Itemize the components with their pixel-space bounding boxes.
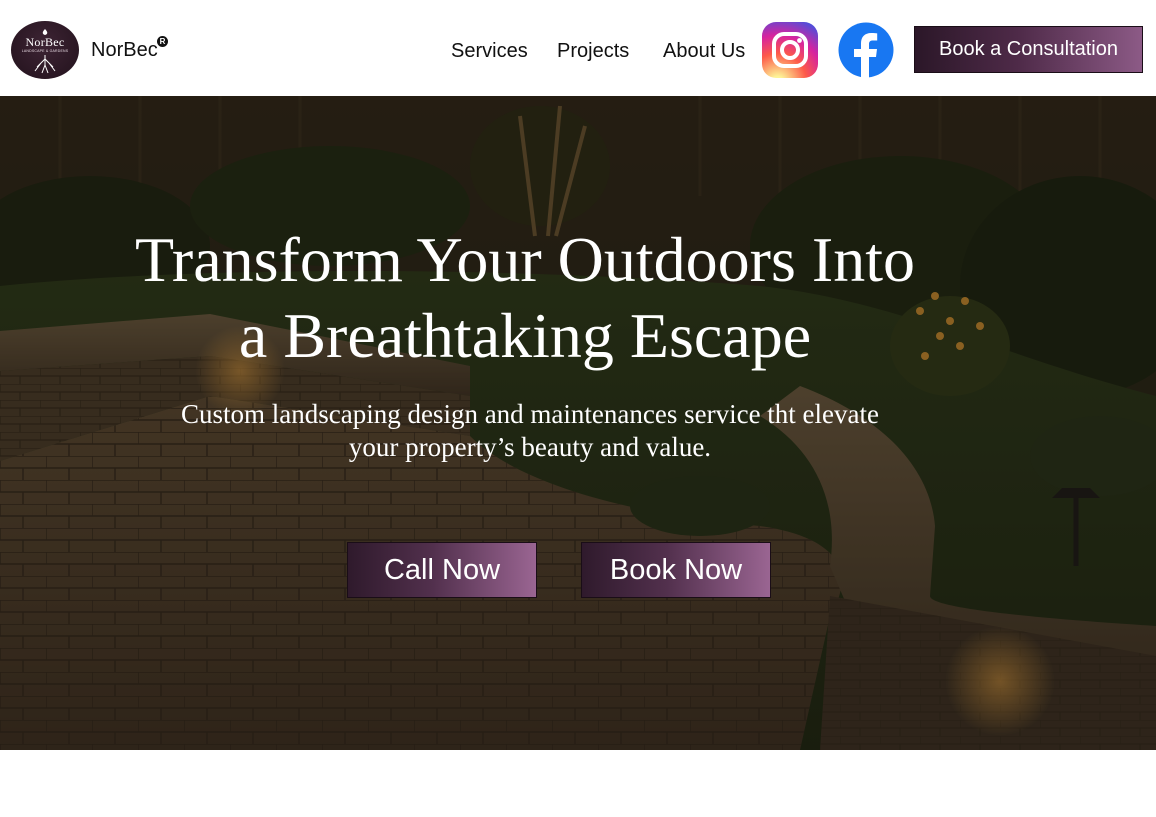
hero-subtitle-line-2: your property’s beauty and value.: [348, 432, 712, 462]
instagram-icon[interactable]: [762, 22, 818, 78]
logo-wordmark: NorBec: [25, 35, 65, 49]
registered-mark: R: [157, 36, 168, 47]
logo[interactable]: NorBec LANDSCAPE & GARDENS: [11, 21, 79, 79]
hero-title-line-1: Transform Your Outdoors Into: [135, 224, 915, 295]
nav-services[interactable]: Services: [451, 40, 528, 63]
nav-about-us[interactable]: About Us: [663, 40, 745, 63]
book-now-button[interactable]: Book Now: [581, 542, 771, 598]
logo-tagline: LANDSCAPE & GARDENS: [21, 49, 69, 53]
hero-section: Transform Your Outdoors Into a Breathtak…: [0, 96, 1156, 750]
book-consultation-button[interactable]: Book a Consultation: [914, 26, 1143, 73]
hero-title-line-2: a Breathtaking Escape: [238, 300, 812, 371]
brand-name[interactable]: NorBec: [91, 39, 158, 62]
facebook-icon[interactable]: [838, 22, 894, 78]
hero-subtitle-line-1: Custom landscaping design and maintenanc…: [180, 399, 880, 429]
call-now-button[interactable]: Call Now: [347, 542, 537, 598]
hero-subtitle: Custom landscaping design and maintenanc…: [120, 398, 940, 464]
site-header: NorBec LANDSCAPE & GARDENS NorBec R Serv…: [0, 0, 1156, 96]
nav-projects[interactable]: Projects: [557, 40, 629, 63]
hero-title: Transform Your Outdoors Into a Breathtak…: [80, 222, 970, 374]
